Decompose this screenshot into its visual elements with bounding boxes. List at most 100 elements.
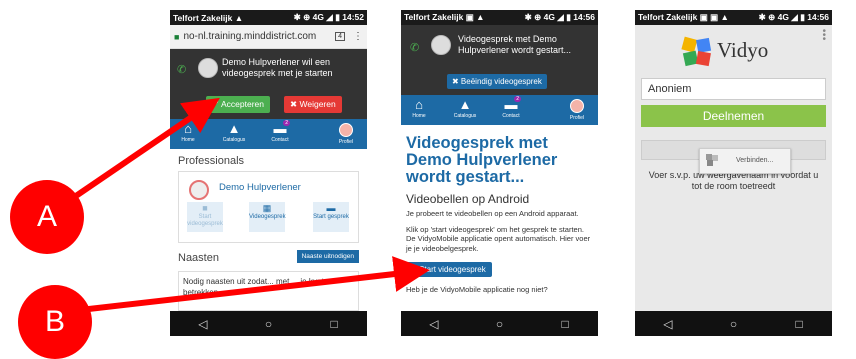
nav-home[interactable]: ⌂ Home [170,121,206,143]
nav-profiel-label: Profiel [569,115,585,121]
profile-icon [339,123,353,137]
start-chat-label: Start gesprek [313,214,349,220]
vidyo-logo-text: Vidyo [717,38,769,62]
annotation-label-a: A [10,180,84,254]
nav-contact-label: Contact [502,113,520,119]
home-icon: ⌂ [415,97,423,112]
phone-screen-3: Telfort Zakelijk ▣ ▣ ▲ ✱ ⊕ 4G ◢ ▮ 14:56 … [635,10,832,336]
contact-badge: 2 [514,96,521,102]
vidyo-logo-icon [681,36,712,67]
display-name-input[interactable]: Anoniem [641,78,826,100]
profile-icon [570,99,584,113]
recent-apps-icon[interactable]: □ [321,317,347,331]
page-title: Videogesprek met Demo Hulpverlener wordt… [406,134,558,186]
recent-apps-icon[interactable]: □ [552,317,578,331]
phone-icon: ✆ [177,64,187,76]
chat-icon: ▬ [273,121,287,136]
videogesprek-button[interactable]: ▦ Videogesprek [249,202,286,232]
start-chat-button[interactable]: ▬ Start gesprek [313,202,349,232]
carrier-label: Telfort Zakelijk ▣ ▣ ▲ [638,12,729,22]
nav-home-label: Home [412,113,426,119]
android-nav-bar: ◁ ○ □ [401,311,598,336]
notification-message: Videogesprek met Demo Hulpverlener wordt… [458,34,572,55]
nav-profiel[interactable]: Profiel [328,121,364,145]
start-video-label: Start videogesprek [187,214,223,227]
home-icon: ⌂ [184,121,192,136]
phone-screen-2: Telfort Zakelijk ▣ ▲ ✱ ⊕ 4G ◢ ▮ 14:56 ✆ … [401,10,598,336]
nav-profiel-label: Profiel [338,139,354,145]
intro-text: Je probeert te videobellen op een Androi… [406,209,579,218]
caller-avatar [198,58,218,78]
overflow-menu-icon[interactable]: • • • [822,27,826,45]
home-button-icon[interactable]: ○ [486,317,512,331]
notification-message: Demo Hulpverlener wil een videogesprek m… [222,57,333,78]
app-nav: ⌂ Home ▲ Catalogus ▬ 2 Contact Profiel [401,95,598,125]
android-nav-bar: ◁ ○ □ [170,311,367,336]
nav-contact-label: Contact [271,137,289,143]
status-icons: ✱ ⊕ 4G ◢ ▮ 14:52 [293,12,364,22]
nav-profiel[interactable]: Profiel [559,97,595,121]
connecting-toast: Verbinden... [699,148,791,174]
chat-icon: ▬ [504,97,518,112]
browser-menu-icon[interactable]: ⋮ [353,31,363,42]
status-icons: ✱ ⊕ 4G ◢ ▮ 14:56 [524,12,595,22]
status-icons: ✱ ⊕ 4G ◢ ▮ 14:56 [758,12,829,22]
naasten-heading: Naasten [178,252,219,264]
naasten-section: Naasten Naaste uitnodigen [170,247,367,269]
back-icon[interactable]: ◁ [190,317,216,331]
lock-icon: ■ [174,31,180,42]
naasten-description: Nodig naasten uit zodat... met ... je ku… [178,271,359,311]
phone-screen-1: Telfort Zakelijk ▲ ✱ ⊕ 4G ◢ ▮ 14:52 ■ no… [170,10,367,336]
reject-button[interactable]: ✖ Weigeren [284,96,342,113]
nav-home-label: Home [181,137,195,143]
accept-button[interactable]: ✔ Accepteren [206,96,271,113]
invite-relative-button[interactable]: Naaste uitnodigen [296,250,359,263]
nav-contact[interactable]: ▬ 2 Contact [262,120,298,143]
graduation-cap-icon: ▲ [227,121,241,136]
back-icon[interactable]: ◁ [655,317,681,331]
home-button-icon[interactable]: ○ [720,317,746,331]
carrier-label: Telfort Zakelijk ▲ [173,12,244,23]
recent-apps-icon[interactable]: □ [786,317,812,331]
start-video-button[interactable]: ■ Start videogesprek [187,202,223,232]
nav-catalogus[interactable]: ▲ Catalogus [216,121,252,143]
avatar [189,180,209,200]
nav-catalogus-label: Catalogus [222,137,246,143]
graduation-cap-icon: ▲ [458,97,472,112]
annotation-label-b: B [18,285,92,359]
contact-badge: 2 [283,120,290,126]
section-heading: Videobellen op Android [406,192,530,206]
incoming-call-notification: ✆ Demo Hulpverlener wil een videogesprek… [170,49,367,119]
android-nav-bar: ◁ ○ □ [635,311,832,336]
home-button-icon[interactable]: ○ [255,317,281,331]
nav-contact[interactable]: ▬ 2 Contact [493,96,529,119]
vidyo-logo: Vidyo [681,36,791,68]
join-button[interactable]: Deelnemen [641,105,826,127]
chat-bubble-icon: ▬ [326,203,336,213]
video-camera-icon: ■ [202,203,208,213]
status-bar: Telfort Zakelijk ▲ ✱ ⊕ 4G ◢ ▮ 14:52 [170,10,367,25]
nav-catalogus-label: Catalogus [453,113,477,119]
url-text: no-nl.training.minddistrict.com [183,31,317,42]
phone-icon: ✆ [410,42,420,54]
instructions-text: Klik op 'start videogesprek' om het gesp… [406,224,591,253]
contact-name-link[interactable]: Demo Hulpverlener [219,182,301,193]
vidyo-spinner-icon [706,154,718,166]
connecting-label: Verbinden... [736,157,774,164]
videogesprek-label: Videogesprek [249,214,286,220]
start-video-call-button[interactable]: ■ Start videogesprek [406,262,492,277]
back-icon[interactable]: ◁ [421,317,447,331]
tab-count-button[interactable]: 4 [335,32,345,41]
app-missing-text: Heb je de VidyoMobile applicatie nog nie… [406,285,548,294]
status-bar: Telfort Zakelijk ▣ ▲ ✱ ⊕ 4G ◢ ▮ 14:56 [401,10,598,25]
calendar-icon: ▦ [262,203,272,213]
nav-catalogus[interactable]: ▲ Catalogus [447,97,483,119]
professional-card: Demo Hulpverlener ■ Start videogesprek ▦… [178,171,359,243]
end-call-button[interactable]: ✖ Beëindig videogesprek [447,74,547,89]
caller-avatar [431,35,451,55]
app-nav: ⌂ Home ▲ Catalogus ▬ 2 Contact Profiel [170,119,367,149]
nav-home[interactable]: ⌂ Home [401,97,437,119]
browser-url-bar[interactable]: ■ no-nl.training.minddistrict.com 4 ⋮ [170,25,367,49]
call-starting-notification: ✆ Videogesprek met Demo Hulpverlener wor… [401,25,598,95]
carrier-label: Telfort Zakelijk ▣ ▲ [404,12,485,22]
